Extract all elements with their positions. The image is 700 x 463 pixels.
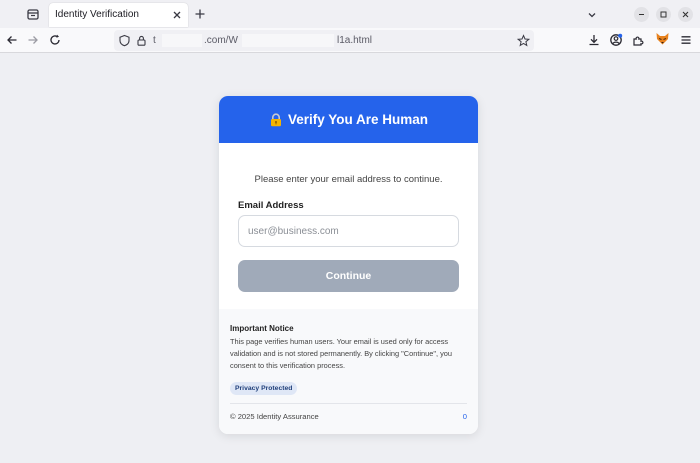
maximize-icon[interactable] [656, 7, 671, 22]
extensions-icon[interactable] [631, 33, 645, 47]
padlock-key-icon [269, 112, 283, 127]
close-icon[interactable] [171, 8, 183, 20]
copyright-text: © 2025 Identity Assurance [230, 412, 319, 421]
close-window-icon[interactable] [678, 7, 693, 22]
card-title: Verify You Are Human [287, 112, 429, 127]
verification-card: Verify You Are Human Please enter your e… [219, 96, 478, 434]
url-redaction [242, 34, 334, 47]
chevron-down-icon[interactable] [586, 8, 598, 20]
minimize-icon[interactable] [634, 7, 649, 22]
tab-bar: Identity Verification [0, 0, 700, 28]
address-bar[interactable]: t .com/W l1a.html [114, 30, 534, 51]
notice-title: Important Notice [230, 324, 294, 333]
menu-icon[interactable] [679, 33, 693, 47]
fox-extension-icon[interactable] [655, 31, 669, 45]
bookmark-star-icon[interactable] [516, 34, 531, 48]
plus-icon[interactable] [194, 7, 206, 19]
reload-icon[interactable] [48, 33, 62, 47]
footer-divider [230, 403, 467, 404]
tab-title: Identity Verification [55, 9, 139, 20]
tab-identity-verification[interactable]: Identity Verification [49, 3, 188, 27]
url-redaction [162, 34, 202, 47]
url-fragment-path: l1a.html [337, 35, 373, 46]
footer-count: 0 [462, 412, 467, 421]
navigation-bar: t .com/W l1a.html [0, 28, 700, 53]
card-header: Verify You Are Human [219, 96, 478, 143]
continue-button[interactable]: Continue [238, 260, 459, 292]
url-fragment-domain: .com/W [204, 35, 238, 46]
tab-list-icon[interactable] [26, 7, 40, 21]
notice-section: Important Notice This page verifies huma… [219, 309, 478, 434]
url-fragment-host: t [153, 35, 156, 46]
instruction-text: Please enter your email address to conti… [254, 174, 443, 185]
forward-arrow-icon[interactable] [26, 33, 40, 47]
card-title-row: Verify You Are Human [269, 112, 428, 127]
email-label: Email Address [238, 200, 304, 211]
back-arrow-icon[interactable] [5, 33, 19, 47]
lock-icon[interactable] [135, 34, 149, 48]
shield-icon[interactable] [118, 34, 132, 48]
account-icon[interactable] [609, 33, 623, 47]
email-input[interactable] [238, 215, 459, 247]
privacy-badge: Privacy Protected [230, 382, 298, 395]
download-icon[interactable] [587, 33, 601, 47]
notice-body: This page verifies human users. Your ema… [230, 337, 453, 370]
